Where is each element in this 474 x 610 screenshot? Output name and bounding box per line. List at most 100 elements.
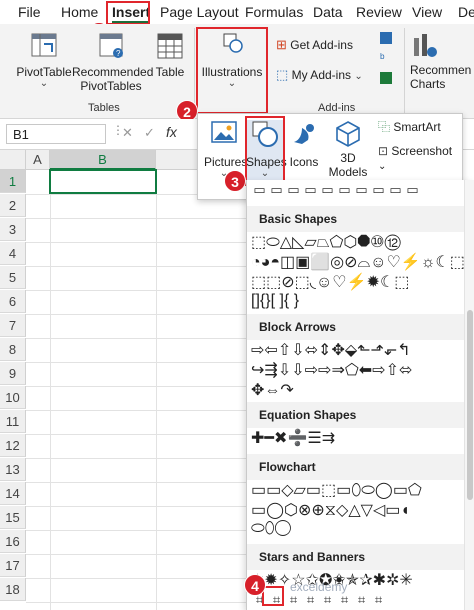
flowchart-row[interactable]: ⬭⬯◯ (251, 520, 465, 540)
rectangle-shape[interactable]: ▭ (302, 180, 319, 200)
rectangle-shape[interactable]: ▭ (404, 180, 421, 200)
block-arrows-row[interactable]: ✥⇔↷ (251, 380, 465, 400)
basic-shapes-row[interactable]: ⬚⬭△◺▱⏢⬠⬡⯃⑩⑫ (251, 232, 465, 252)
row-header[interactable]: 11 (0, 410, 26, 433)
get-addins-button[interactable]: ⊞ Get Add-ins (276, 38, 368, 53)
screenshot-button[interactable]: ⊡ Screenshot ⌄ (378, 144, 462, 174)
shapes-button[interactable]: Shapes ⌄ (246, 120, 287, 182)
row-header[interactable]: 4 (0, 242, 26, 265)
section-block-arrows: Block Arrows (247, 314, 465, 340)
rectangle-shape[interactable]: ▭ (268, 180, 285, 200)
grid-line (156, 170, 157, 610)
tab-data[interactable]: Data (313, 4, 343, 20)
grid-line (26, 218, 246, 219)
banner-shape[interactable]: ⌗ (353, 590, 370, 610)
rectangle-shape[interactable]: ▭ (319, 180, 336, 200)
select-all-corner[interactable] (0, 150, 26, 170)
icons-button[interactable]: Icons (286, 120, 322, 169)
grid-line (26, 578, 246, 579)
grid-line (26, 290, 246, 291)
cancel-icon[interactable]: ✕ (122, 125, 133, 141)
rectangle-shape[interactable]: ▭ (336, 180, 353, 200)
row-header[interactable]: 15 (0, 506, 26, 529)
tab-view[interactable]: View (412, 4, 442, 20)
block-arrows-row[interactable]: ⇨⇦⇧⇩⬄⇕✥⬙⬑⬏⬐↰ (251, 340, 465, 360)
3d-models-button[interactable]: 3D Models (324, 120, 372, 179)
row-header[interactable]: 6 (0, 290, 26, 313)
table-button[interactable]: Table (152, 32, 188, 79)
row-header[interactable]: 7 (0, 314, 26, 337)
my-addins-label: My Add-ins (291, 68, 351, 82)
exceldemy-watermark: exceldemy (290, 580, 348, 594)
row-header[interactable]: 8 (0, 338, 26, 361)
basic-shapes-row[interactable]: ⬚⬚⊘⬚◟☺♡⚡✹☾⬚ (251, 272, 465, 292)
rectangle-shape[interactable]: ▭ (285, 180, 302, 200)
selected-cell-b1[interactable] (49, 169, 157, 194)
banner-shape[interactable]: ⌗ (268, 590, 285, 610)
banner-shape[interactable]: ⌗ (370, 590, 387, 610)
insert-function-icon[interactable]: fx (166, 124, 177, 140)
row-header[interactable]: 1 (0, 170, 26, 193)
row-header[interactable]: 13 (0, 458, 26, 481)
tab-insert[interactable]: Insert (112, 4, 151, 23)
smartart-button[interactable]: ⿻ SmartArt (378, 120, 460, 134)
grid-line (26, 410, 246, 411)
rectangle-shape[interactable]: ▭ (353, 180, 370, 200)
rectangle-shape[interactable]: ▭ (370, 180, 387, 200)
stars-row[interactable]: ✶✹✧☆✩✪✬✯✰✱✲✳ (251, 570, 465, 590)
smartart-icon: ⿻ (378, 120, 391, 134)
block-arrows-row[interactable]: ↪⇶⇩⇩⇨⇨⇒⬠⬅⇨⇧⬄ (251, 360, 465, 380)
enter-icon[interactable]: ✓ (144, 125, 155, 141)
basic-shapes-row[interactable]: []{}[ ]{ } (251, 292, 465, 312)
icons-label: Icons (289, 155, 319, 169)
row-header[interactable]: 5 (0, 266, 26, 289)
equation-shapes-row[interactable]: ✚━✖➗☰⇉ (251, 428, 465, 448)
gallery-scrollbar[interactable] (464, 180, 474, 610)
people-graph-icon[interactable] (380, 72, 392, 84)
table-label: Table (155, 65, 185, 79)
grid-line (26, 602, 246, 603)
row-header[interactable]: 12 (0, 434, 26, 457)
row-header[interactable]: 16 (0, 530, 26, 553)
tab-home[interactable]: Home (61, 4, 98, 20)
rectangle-shape[interactable]: ▭ (387, 180, 404, 200)
column-header-b[interactable]: B (50, 150, 156, 170)
flowchart-row[interactable]: ▭▭◇▱▭⬚▭⬯⬭◯▭⬠ (251, 480, 465, 500)
chevron-down-icon: ⌄ (227, 78, 237, 89)
visio-icon[interactable] (380, 32, 392, 44)
step-badge-4: 4 (244, 574, 266, 596)
chevron-down-icon: ⌄ (39, 78, 49, 89)
grid-line (26, 506, 246, 507)
tab-file[interactable]: File (18, 4, 41, 20)
row-header[interactable]: 18 (0, 578, 26, 601)
tab-formulas[interactable]: Formulas (245, 4, 303, 20)
pictures-label: Pictures (204, 155, 248, 169)
name-box[interactable]: B1 (6, 124, 106, 144)
tab-review[interactable]: Review (356, 4, 402, 20)
row-header[interactable]: 14 (0, 482, 26, 505)
flowchart-row[interactable]: ▭◯⬡⊗⊕⧖◇△▽◁▭◖ (251, 500, 465, 520)
row-header[interactable]: 17 (0, 554, 26, 577)
banners-row[interactable]: ⌗ ⌗ ⌗ ⌗ ⌗ ⌗ ⌗ ⌗ (251, 590, 465, 610)
pivot-table-button[interactable]: PivotTable ⌄ (16, 32, 72, 89)
rectangle-shape[interactable]: ▭ (251, 180, 268, 200)
my-addins-button[interactable]: ⬚ My Add-ins ⌄ (276, 68, 368, 84)
row-header[interactable]: 10 (0, 386, 26, 409)
recommended-charts-button[interactable]: Recommen Charts (410, 32, 474, 91)
shapes-icon (252, 121, 278, 147)
tab-page-layout[interactable]: Page Layout (160, 4, 239, 20)
bing-icon[interactable]: ᵇ (380, 52, 392, 64)
scrollbar-thumb[interactable] (467, 310, 473, 500)
recommended-charts-icon (414, 34, 437, 57)
row-header[interactable]: 2 (0, 194, 26, 217)
basic-shapes-row[interactable]: ◔◕◓◫▣⬜◎⊘⌓☺♡⚡☼☾⬚ (251, 252, 465, 272)
grid-line (26, 434, 246, 435)
row-header[interactable]: 9 (0, 362, 26, 385)
pivot-table-icon (31, 33, 57, 57)
recommended-pivottables-button[interactable]: ? Recommended PivotTables (72, 32, 153, 93)
tab-developer[interactable]: De (458, 4, 474, 20)
illustrations-button[interactable]: Illustrations ⌄ (200, 32, 264, 89)
row-header[interactable]: 3 (0, 218, 26, 241)
column-header-a[interactable]: A (26, 150, 50, 170)
ribbon: PivotTable ⌄ ? Recommended PivotTables T… (0, 24, 474, 119)
